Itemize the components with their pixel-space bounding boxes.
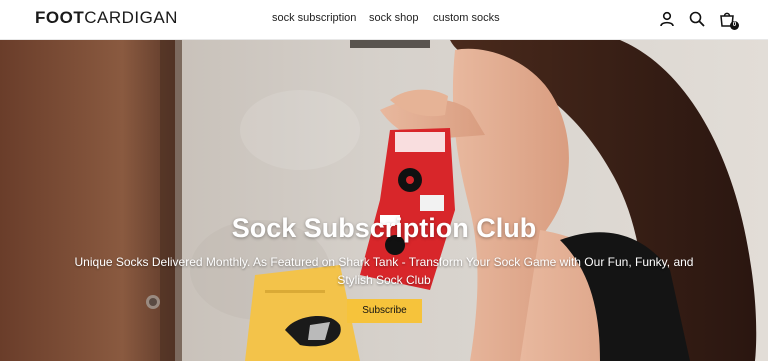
search-icon[interactable]: [688, 10, 706, 28]
cart-icon[interactable]: 0: [718, 10, 739, 30]
subscribe-button[interactable]: Subscribe: [347, 299, 422, 323]
nav-link-sock-subscription[interactable]: sock subscription: [272, 11, 356, 25]
hero-banner: Sock Subscription Club Unique Socks Deli…: [0, 40, 768, 361]
hero-subtitle: Unique Socks Delivered Monthly. As Featu…: [74, 255, 694, 287]
person-icon[interactable]: [658, 10, 676, 28]
nav-link-custom-socks[interactable]: custom socks: [433, 11, 500, 25]
main-nav: sock subscription sock shop custom socks: [0, 11, 768, 27]
cart-count-badge: 0: [730, 21, 739, 30]
hero-title: Sock Subscription Club: [231, 213, 537, 243]
site-header: FOOTCARDIGAN sock subscription sock shop…: [0, 0, 768, 40]
nav-link-sock-shop[interactable]: sock shop: [369, 11, 419, 25]
header-actions: 0: [658, 10, 739, 30]
